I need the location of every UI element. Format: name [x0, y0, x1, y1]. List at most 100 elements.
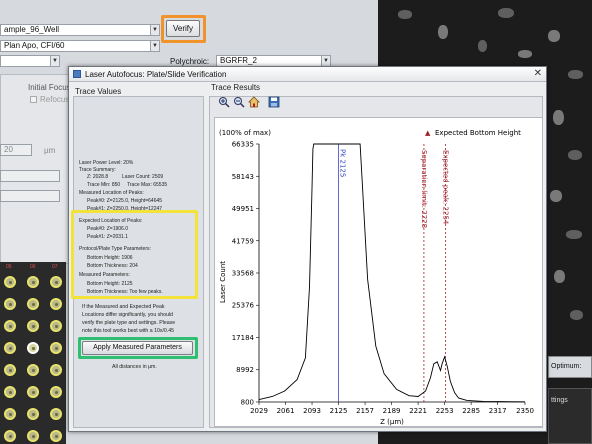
- laser-trace-chart[interactable]: 800 8992 17184 25376 33568 41759 49951 58143 663…: [214, 117, 543, 427]
- note-line: If the Measured and Expected Peak: [82, 304, 165, 310]
- chevron-down-icon[interactable]: ▼: [321, 56, 330, 66]
- y-tick-label: 66335: [232, 141, 254, 149]
- optimum-panel: Optimum:: [548, 356, 592, 378]
- laser-power-text: Laser Power Level: 20%: [79, 160, 134, 166]
- well[interactable]: [4, 320, 16, 332]
- note-line: verify the plate type and settings. Plea…: [82, 320, 176, 326]
- x-tick-label: 2157: [356, 407, 374, 415]
- x-tick-label: 2125: [330, 407, 348, 415]
- unit-label: µm: [44, 146, 56, 155]
- well[interactable]: [50, 430, 62, 442]
- well[interactable]: [50, 298, 62, 310]
- well[interactable]: [50, 276, 62, 288]
- y-tick-label: 33568: [232, 269, 254, 277]
- save-icon[interactable]: [268, 96, 280, 108]
- y-axis-label: Laser Count: [219, 261, 227, 303]
- cell-blob: [498, 8, 514, 18]
- well[interactable]: [27, 276, 39, 288]
- cell-blob: [438, 25, 448, 39]
- zoom-out-icon[interactable]: [233, 96, 245, 108]
- objective-select[interactable]: Plan Apo, CFI/60 ▼: [0, 40, 160, 52]
- x-tick-label: 2029: [250, 407, 268, 415]
- well[interactable]: [4, 408, 16, 420]
- well[interactable]: [50, 386, 62, 398]
- well[interactable]: [50, 364, 62, 376]
- note-line: note this tool works best with a 10x/0.4…: [82, 328, 174, 334]
- y-tick-label: 58143: [232, 173, 254, 181]
- filter-select[interactable]: ▼: [0, 55, 60, 67]
- well[interactable]: [50, 342, 62, 354]
- x-tick-label: 2189: [383, 407, 401, 415]
- objective-value: Plan Apo, CFI/60: [4, 41, 65, 50]
- well[interactable]: [50, 408, 62, 420]
- legend-marker-icon: ▲: [425, 129, 431, 137]
- trace-series-line: [258, 143, 526, 403]
- cell-blob: [553, 110, 564, 125]
- x-tick-label: 2093: [303, 407, 321, 415]
- chevron-down-icon[interactable]: ▼: [150, 25, 159, 35]
- cell-blob: [398, 10, 412, 19]
- well[interactable]: [27, 386, 39, 398]
- well[interactable]: [4, 342, 16, 354]
- well[interactable]: [27, 430, 39, 442]
- expected-values-highlight: [71, 210, 198, 299]
- x-tick-label: 2317: [489, 407, 507, 415]
- cell-blob: [518, 50, 532, 58]
- well[interactable]: [27, 298, 39, 310]
- apply-button-highlight: [78, 337, 198, 359]
- well[interactable]: [50, 320, 62, 332]
- optimum-label: Optimum:: [551, 363, 582, 370]
- expected-marker-label: Separation limit: 2228: [420, 150, 428, 228]
- well-column-label: 07: [52, 264, 58, 270]
- x-tick-label: 2350: [516, 407, 534, 415]
- number-field[interactable]: 20: [0, 144, 32, 156]
- trace-results-header: Trace Results: [211, 83, 261, 92]
- chevron-down-icon[interactable]: ▼: [50, 56, 59, 66]
- legend-label: Expected Bottom Height: [435, 129, 521, 137]
- well-plate-view[interactable]: 05 06 07: [0, 262, 66, 444]
- dialog-titlebar[interactable]: Laser Autofocus: Plate/Slide Verificatio…: [69, 67, 546, 82]
- x-tick-label: 2253: [436, 407, 454, 415]
- selected-well[interactable]: [27, 342, 39, 354]
- well[interactable]: [4, 386, 16, 398]
- initial-focus-label: Initial Focus: [28, 83, 71, 92]
- cell-blob: [570, 310, 583, 320]
- well[interactable]: [4, 364, 16, 376]
- trace-summary-text: Trace Summary:: [79, 167, 116, 173]
- y-tick-label: 49951: [232, 205, 254, 213]
- plate-type-select[interactable]: ample_96_Well ▼: [0, 24, 160, 36]
- cell-blob: [566, 230, 582, 239]
- close-icon[interactable]: ✕: [534, 68, 542, 80]
- disabled-select: [0, 190, 60, 202]
- x-tick-label: 2061: [277, 407, 295, 415]
- well[interactable]: [4, 276, 16, 288]
- disabled-select: [0, 170, 60, 182]
- refocus-label: Refocus: [40, 95, 70, 104]
- well[interactable]: [4, 430, 16, 442]
- zoom-in-icon[interactable]: [218, 96, 230, 108]
- polychroic-value: BGRFR_2: [220, 56, 257, 65]
- y-tick-label: 41759: [232, 237, 254, 245]
- well[interactable]: [27, 408, 39, 420]
- well-column-label: 05: [6, 264, 12, 270]
- chevron-down-icon[interactable]: ▼: [150, 41, 159, 51]
- distances-note: All distances in µm.: [112, 364, 157, 370]
- well[interactable]: [4, 298, 16, 310]
- plate-type-value: ample_96_Well: [4, 25, 59, 34]
- measured-peaks-heading: Measured Location of Peaks:: [79, 190, 144, 196]
- expected-marker-label: Expected peak: 2254: [441, 150, 449, 225]
- cell-blob: [548, 30, 560, 42]
- refocus-checkbox[interactable]: [30, 96, 37, 103]
- settings-label[interactable]: ttings: [551, 397, 568, 404]
- cell-blob: [554, 270, 565, 283]
- dialog-title: Laser Autofocus: Plate/Slide Verificatio…: [85, 70, 227, 79]
- cell-blob: [568, 70, 583, 79]
- x-axis-label: Z (µm): [380, 418, 404, 426]
- measured-peak-0: Peak#0: Z=2125.0, Height=64645: [87, 198, 163, 204]
- trace-values-header: Trace Values: [75, 87, 122, 96]
- home-icon[interactable]: [248, 96, 260, 108]
- well[interactable]: [27, 320, 39, 332]
- x-tick-label: 2221: [409, 407, 427, 415]
- well[interactable]: [27, 364, 39, 376]
- y-tick-label: 8992: [236, 366, 254, 374]
